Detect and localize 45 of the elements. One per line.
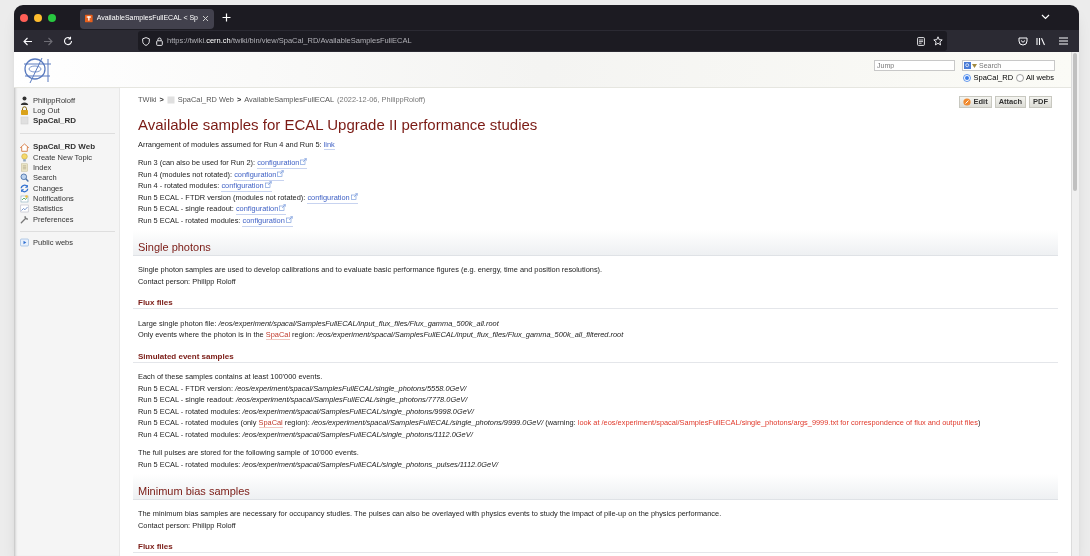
back-icon[interactable] (23, 36, 33, 46)
favicon-icon (85, 14, 93, 23)
play-icon (20, 237, 29, 247)
subsection-heading: Simulated event samples (133, 350, 1058, 363)
external-link-icon (279, 204, 287, 211)
statistics-icon (20, 204, 29, 214)
person-icon (20, 95, 29, 105)
wrench-icon (20, 214, 29, 224)
radio-button[interactable] (1016, 73, 1025, 82)
subsection-heading: Flux files (133, 541, 1058, 553)
page-title: Available samples for ECAL Upgrade II performance studies (137, 115, 539, 135)
new-tab-icon[interactable] (222, 13, 231, 22)
sidebar-link[interactable]: SpaCal_RD Web (33, 141, 96, 154)
zoom-window-icon[interactable] (48, 13, 56, 22)
index-icon (20, 163, 29, 173)
scrollbar[interactable] (1071, 52, 1079, 556)
menu-icon[interactable] (1059, 37, 1068, 45)
lock-icon (20, 105, 29, 115)
shield-icon (142, 36, 150, 46)
chevron-down-icon[interactable] (1041, 14, 1050, 20)
edit-icon (963, 98, 972, 106)
search-icon (20, 173, 29, 183)
external-link-icon (300, 158, 308, 165)
lightbulb-icon (20, 152, 29, 162)
dropdown-arrow-icon[interactable] (972, 63, 977, 68)
reload-icon[interactable] (63, 36, 73, 46)
lock-icon (156, 36, 163, 46)
close-tab-icon[interactable] (202, 15, 209, 22)
radio-button[interactable] (963, 73, 972, 82)
logo-icon (22, 56, 53, 85)
minimize-window-icon[interactable] (34, 13, 42, 22)
close-window-icon[interactable] (20, 13, 28, 22)
star-icon[interactable] (933, 36, 943, 46)
refresh-icon (20, 183, 29, 193)
external-link-icon (264, 181, 272, 188)
external-link-icon (277, 169, 285, 177)
home-icon (20, 142, 29, 152)
pocket-icon[interactable] (1018, 36, 1028, 46)
subsection-heading: Flux files (133, 297, 1058, 309)
library-icon[interactable] (1036, 36, 1046, 46)
external-link-icon (350, 192, 358, 200)
external-link-icon (285, 215, 293, 223)
reader-view-icon[interactable] (917, 36, 925, 46)
sidebar-link[interactable]: SpaCal_RD (33, 114, 77, 127)
search-icon[interactable] (964, 62, 971, 69)
